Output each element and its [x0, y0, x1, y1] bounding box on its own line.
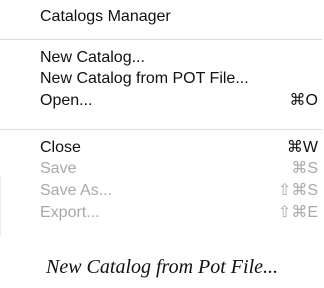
figure-caption: New Catalog from Pot File... — [45, 256, 279, 278]
menu-item-save: Save ⌘S — [0, 158, 322, 180]
menu-item-shortcut: ⇧⌘E — [277, 204, 318, 221]
menu-item-label: Open... — [40, 92, 93, 109]
menu-item-label: New Catalog from POT File... — [40, 70, 249, 87]
menu-item-new-catalog[interactable]: New Catalog... — [0, 47, 322, 69]
menu-item-shortcut: ⌘S — [291, 160, 318, 177]
menu-item-label: New Catalog... — [40, 49, 145, 66]
menu-item-label: Save — [40, 160, 77, 177]
menu-header-label: Catalogs Manager — [40, 8, 171, 25]
menu-item-save-as: Save As... ⇧⌘S — [0, 180, 322, 202]
catalogs-manager-menu: Catalogs Manager New Catalog... New Cata… — [0, 0, 322, 238]
menu-item-new-catalog-from-pot[interactable]: New Catalog from POT File... — [0, 68, 322, 90]
menu-item-close[interactable]: Close ⌘W — [0, 137, 322, 159]
menu-item-open[interactable]: Open... ⌘O — [0, 90, 322, 112]
menu-item-label: Save As... — [40, 182, 113, 199]
menu-header-catalogs-manager: Catalogs Manager — [0, 6, 322, 28]
menu-item-label: Close — [40, 139, 81, 156]
menu-item-export: Export... ⇧⌘E — [0, 202, 322, 224]
menu-item-shortcut: ⌘O — [289, 92, 318, 109]
menu-edge-shadow — [0, 176, 1, 236]
menu-separator — [0, 39, 322, 40]
menu-item-shortcut: ⌘W — [286, 139, 318, 156]
menu-separator — [0, 129, 322, 130]
menu-item-shortcut: ⇧⌘S — [277, 182, 318, 199]
menu-item-label: Export... — [40, 204, 100, 221]
